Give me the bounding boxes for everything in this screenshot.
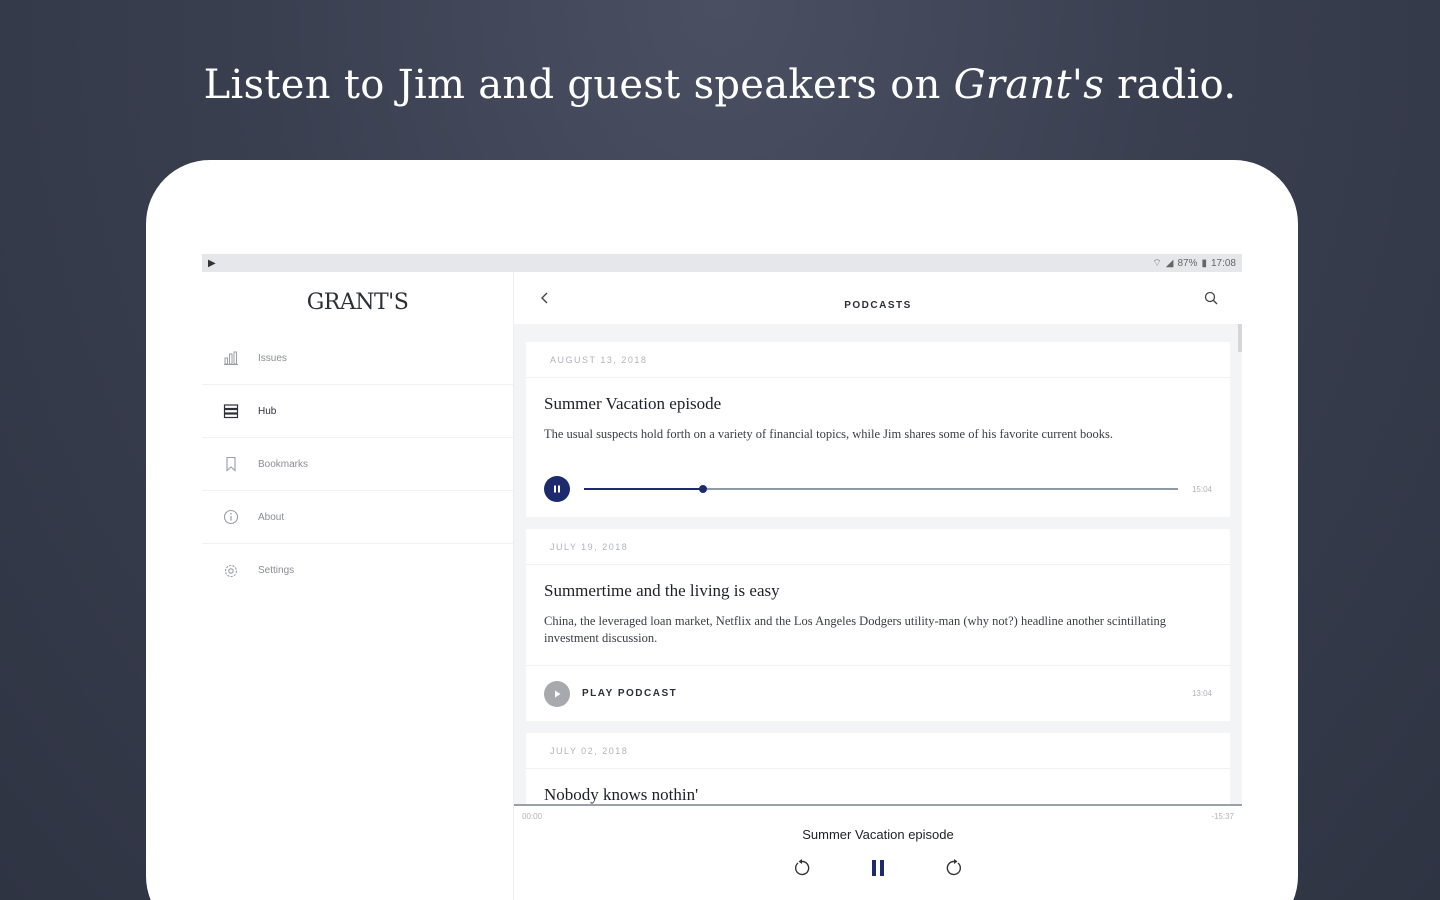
- wifi-icon: ⌔: [1152, 257, 1162, 269]
- now-playing-times: 00:00 -15:37: [514, 806, 1242, 821]
- remaining-time: -15:37: [1211, 812, 1234, 821]
- playback-controls: [514, 856, 1242, 880]
- back-button[interactable]: [534, 287, 556, 309]
- pause-icon: [872, 860, 884, 876]
- card-title: Summertime and the living is easy: [544, 581, 780, 600]
- now-playing-title: Summer Vacation episode: [802, 827, 954, 842]
- card-date: AUGUST 13, 2018: [526, 342, 1230, 378]
- logo: GRANT'S: [306, 289, 409, 315]
- play-podcast-label[interactable]: PLAY PODCAST: [582, 688, 1192, 699]
- gear-icon: [222, 562, 240, 580]
- tablet-screen: ▶ ⌔ ◢ 87% ▮ 17:08 GRANT'S Issues Hub Boo…: [202, 254, 1242, 900]
- sidebar-item-bookmarks[interactable]: Bookmarks: [202, 438, 513, 491]
- card-title: Nobody knows nothin': [544, 785, 699, 804]
- card-player: 15:04: [526, 461, 1230, 517]
- status-right: ⌔ ◢ 87% ▮ 17:08: [1152, 257, 1236, 270]
- play-indicator-icon: ▶: [208, 257, 216, 269]
- sidebar-item-label: Issues: [258, 352, 287, 364]
- sidebar-item-hub[interactable]: Hub: [202, 385, 513, 438]
- card-title: Summer Vacation episode: [544, 394, 722, 413]
- card-date: JULY 19, 2018: [526, 529, 1230, 565]
- sidebar-item-about[interactable]: About: [202, 491, 513, 544]
- podcast-card[interactable]: JULY 19, 2018 Summertime and the living …: [526, 529, 1230, 721]
- search-icon: [1204, 291, 1218, 305]
- battery-percent: 87%: [1177, 257, 1198, 269]
- headline: Listen to Jim and guest speakers on Gran…: [0, 62, 1440, 108]
- elapsed-time: 00:00: [522, 812, 543, 821]
- clock: 17:08: [1210, 257, 1236, 269]
- pause-button[interactable]: [544, 476, 570, 502]
- status-bar: ▶ ⌔ ◢ 87% ▮ 17:08: [202, 254, 1242, 272]
- progress-handle[interactable]: [698, 485, 707, 493]
- forward-button[interactable]: [942, 856, 966, 880]
- hub-icon: [222, 402, 240, 420]
- podcast-card[interactable]: JULY 02, 2018 Nobody knows nothin': [526, 733, 1230, 805]
- bookmark-icon: [222, 455, 240, 473]
- scrollbar[interactable]: [1238, 324, 1242, 352]
- signal-icon: ◢: [1165, 257, 1174, 269]
- duration: 15:04: [1191, 484, 1212, 494]
- sidebar: GRANT'S Issues Hub Bookmarks About Setti…: [202, 272, 514, 900]
- play-icon: [555, 690, 561, 697]
- headline-prefix: Listen to Jim and guest speakers on: [203, 62, 954, 108]
- battery-icon: ▮: [1201, 257, 1207, 269]
- info-icon: [222, 508, 240, 526]
- chart-icon: [222, 349, 240, 367]
- pause-main-button[interactable]: [866, 856, 890, 880]
- pause-icon: [554, 485, 560, 493]
- podcast-list: AUGUST 13, 2018 Summer Vacation episode …: [526, 342, 1230, 807]
- card-date: JULY 02, 2018: [526, 733, 1230, 769]
- search-button[interactable]: [1200, 287, 1222, 309]
- sidebar-item-label: About: [258, 511, 285, 523]
- sidebar-item-label: Bookmarks: [258, 458, 309, 470]
- duration: 13:04: [1191, 689, 1212, 698]
- now-playing-bar: 00:00 -15:37 Summer Vacation episode: [514, 804, 1242, 900]
- play-button[interactable]: [544, 680, 570, 707]
- top-bar: PODCASTS: [514, 272, 1242, 324]
- rewind-button[interactable]: [790, 856, 814, 880]
- headline-brand: Grant's: [953, 62, 1105, 108]
- sidebar-item-issues[interactable]: Issues: [202, 332, 513, 385]
- main-panel: PODCASTS AUGUST 13, 2018 Summer Vacation…: [514, 272, 1242, 900]
- sidebar-item-label: Hub: [258, 405, 277, 417]
- forward-icon: [946, 859, 962, 876]
- podcast-card[interactable]: AUGUST 13, 2018 Summer Vacation episode …: [526, 342, 1230, 517]
- rewind-icon: [794, 859, 810, 876]
- progress-slider[interactable]: [584, 485, 1178, 493]
- progress-fill: [584, 488, 703, 490]
- page-title: PODCASTS: [844, 300, 912, 311]
- sidebar-item-label: Settings: [258, 565, 295, 576]
- card-description: China, the leveraged loan market, Netfli…: [544, 614, 1167, 645]
- sidebar-item-settings[interactable]: Settings: [202, 544, 513, 597]
- card-player: PLAY PODCAST 13:04: [526, 665, 1230, 721]
- card-description: The usual suspects hold forth on a varie…: [544, 427, 1113, 441]
- headline-suffix: radio.: [1104, 62, 1237, 108]
- app-window: GRANT'S Issues Hub Bookmarks About Setti…: [202, 272, 1242, 900]
- chevron-left-icon: [541, 292, 548, 304]
